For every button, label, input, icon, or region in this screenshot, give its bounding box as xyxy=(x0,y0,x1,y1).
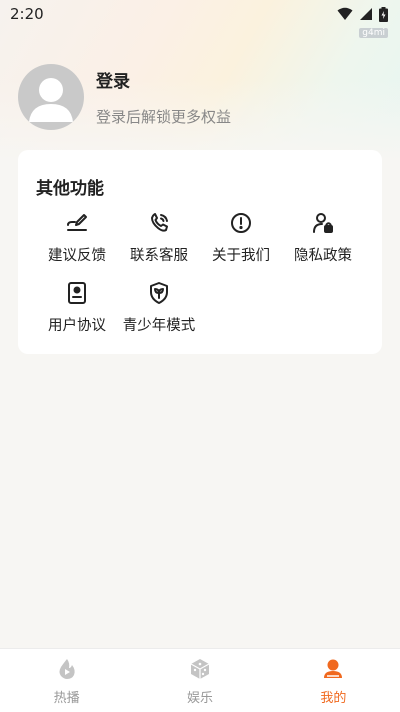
feature-label: 联系客服 xyxy=(130,248,188,264)
tab-entertainment[interactable]: 娱乐 xyxy=(133,649,266,712)
feature-contact-service[interactable]: 联系客服 xyxy=(118,210,200,265)
status-time: 2:20 xyxy=(10,5,44,23)
section-title: 其他功能 xyxy=(34,174,104,203)
login-title[interactable]: 登录 xyxy=(96,67,231,92)
feature-youth-mode[interactable]: 青少年模式 xyxy=(118,280,200,335)
signal-icon xyxy=(360,8,372,20)
feature-privacy-policy[interactable]: 隐私政策 xyxy=(282,210,364,265)
tab-label: 我的 xyxy=(320,691,347,706)
feature-user-agreement[interactable]: 用户协议 xyxy=(36,280,118,335)
profile-section[interactable]: 登录 登录后解锁更多权益 xyxy=(18,64,231,130)
wifi-icon xyxy=(337,7,353,20)
default-avatar-icon xyxy=(29,78,73,122)
feature-feedback[interactable]: 建议反馈 xyxy=(36,210,118,265)
feature-label: 青少年模式 xyxy=(122,318,196,334)
status-bar: 2:20 xyxy=(0,0,400,28)
battery-icon xyxy=(379,6,388,22)
feature-label: 用户协议 xyxy=(48,318,106,334)
agreement-document-icon xyxy=(68,282,86,304)
feature-label: 关于我们 xyxy=(212,248,270,264)
tab-label: 热播 xyxy=(53,691,80,706)
watermark-label: g4mi xyxy=(359,28,388,38)
info-icon xyxy=(231,213,251,233)
feature-label: 隐私政策 xyxy=(294,248,352,264)
tab-hot[interactable]: 热播 xyxy=(0,649,133,712)
avatar[interactable] xyxy=(18,64,84,130)
feature-label: 建议反馈 xyxy=(48,248,106,264)
person-icon xyxy=(324,659,343,678)
status-icons xyxy=(337,6,388,22)
feedback-pen-icon xyxy=(67,214,87,231)
other-features-card: 其他功能 建议反馈 联系客服 关于我们 隐私政策 用户协议 青少年模式 xyxy=(18,150,382,354)
phone-icon xyxy=(151,213,168,232)
tab-label: 娱乐 xyxy=(186,691,213,706)
tab-mine[interactable]: 我的 xyxy=(267,649,400,712)
flame-play-icon xyxy=(59,659,75,679)
privacy-user-lock-icon xyxy=(313,213,333,233)
feature-about-us[interactable]: 关于我们 xyxy=(200,210,282,265)
dice-icon xyxy=(190,659,210,679)
youth-shield-icon xyxy=(150,282,168,304)
login-subtitle: 登录后解锁更多权益 xyxy=(96,108,232,126)
section-title-text: 其他功能 xyxy=(36,179,104,199)
bottom-tab-bar: 热播 娱乐 我的 xyxy=(0,648,400,712)
